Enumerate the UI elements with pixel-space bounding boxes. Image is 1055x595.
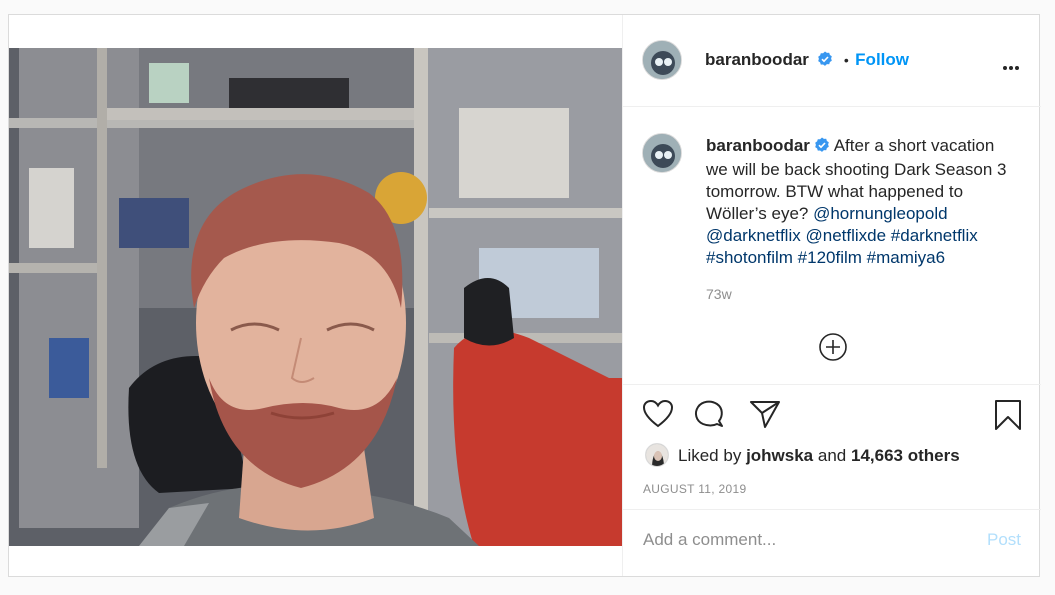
- caption-avatar[interactable]: [642, 133, 682, 173]
- follow-separator: •: [843, 52, 849, 68]
- paper-plane-icon[interactable]: [749, 399, 781, 434]
- header-user-line: baranboodar • Follow: [705, 50, 909, 72]
- mention-link[interactable]: @hornungleopold: [813, 204, 947, 223]
- avatar-image: [643, 41, 681, 79]
- mention-link[interactable]: @darknetflix: [706, 226, 801, 245]
- actions-divider: [623, 384, 1041, 385]
- author-username[interactable]: baranboodar: [705, 50, 809, 69]
- post-card: baranboodar • Follow baranboodar After a…: [8, 14, 1041, 577]
- post-photo-image: [9, 48, 622, 546]
- comment-input[interactable]: [643, 528, 963, 552]
- likes-summary: Liked by johwska and 14,663 others: [678, 446, 960, 466]
- post-sidebar: baranboodar • Follow baranboodar After a…: [622, 15, 1041, 576]
- hashtag-link[interactable]: #shotonfilm: [706, 248, 793, 267]
- likes-count[interactable]: 14,663 others: [851, 446, 960, 465]
- verified-badge-icon: [817, 51, 833, 72]
- verified-badge-icon: [814, 137, 830, 159]
- heart-icon[interactable]: [642, 399, 674, 434]
- post-photo[interactable]: [9, 48, 622, 546]
- comment-icon[interactable]: [693, 399, 725, 434]
- post-date[interactable]: AUGUST 11, 2019: [643, 482, 746, 496]
- author-avatar[interactable]: [642, 40, 682, 80]
- avatar-image: [643, 134, 681, 172]
- liked-by-user[interactable]: johwska: [746, 446, 813, 465]
- liker-avatar[interactable]: [645, 443, 669, 467]
- caption-username[interactable]: baranboodar: [706, 136, 810, 155]
- bookmark-icon[interactable]: [994, 399, 1022, 436]
- more-options-icon[interactable]: [1002, 58, 1020, 76]
- plus-circle-icon[interactable]: [818, 332, 848, 367]
- avatar-image: [646, 444, 668, 466]
- post-header: baranboodar • Follow: [623, 15, 1041, 107]
- comment-bar: Post: [623, 509, 1041, 577]
- mention-link[interactable]: @netflixde: [805, 226, 886, 245]
- post-comment-button[interactable]: Post: [987, 530, 1021, 550]
- post-caption: baranboodar After a short vacation we wi…: [706, 135, 1011, 269]
- hashtag-link[interactable]: #120film: [798, 248, 862, 267]
- hashtag-link[interactable]: #mamiya6: [867, 248, 945, 267]
- liked-by-and: and: [817, 446, 847, 465]
- hashtag-link[interactable]: #darknetflix: [891, 226, 978, 245]
- caption-timestamp[interactable]: 73w: [706, 286, 732, 302]
- liked-by-prefix: Liked by: [678, 446, 742, 465]
- follow-button[interactable]: Follow: [855, 50, 909, 69]
